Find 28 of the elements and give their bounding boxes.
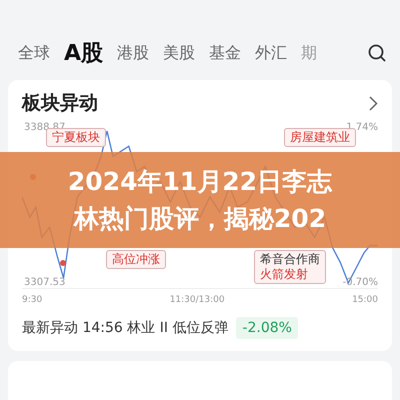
axis-label: -0.70% bbox=[342, 277, 378, 288]
banner-title: 林热门股评，揭秘202 bbox=[74, 203, 326, 235]
banner-title: 2024年11月22日李志 bbox=[68, 166, 332, 198]
sector-tag[interactable]: 高位冲涨 bbox=[106, 250, 166, 269]
marker-dot-icon bbox=[60, 260, 66, 266]
market-tab[interactable]: 外汇 bbox=[249, 42, 294, 64]
latest-move-text: 最新异动 14:56 林业 II 低位反弹 bbox=[22, 319, 228, 337]
axis-label: 3307.53 bbox=[24, 277, 66, 288]
market-tab[interactable]: 全球 bbox=[12, 42, 56, 64]
market-tab[interactable]: 美股 bbox=[157, 42, 202, 64]
chevron-right-icon[interactable] bbox=[369, 96, 378, 110]
card-title: 板块异动 bbox=[22, 91, 98, 116]
sector-tag[interactable]: 房屋建筑业 bbox=[284, 128, 356, 147]
market-tab[interactable]: 港股 bbox=[111, 42, 156, 64]
market-tab[interactable]: 基金 bbox=[203, 42, 248, 64]
market-tab[interactable]: A股 bbox=[58, 38, 110, 68]
tag-text: 希音合作商 bbox=[260, 252, 320, 267]
search-icon[interactable] bbox=[368, 44, 386, 62]
sector-tag[interactable]: 宁夏板块 bbox=[46, 128, 106, 147]
tag-text: 宁夏板块 bbox=[52, 130, 100, 145]
change-badge: -2.08% bbox=[236, 317, 298, 339]
tag-text: 火箭发射 bbox=[260, 267, 309, 282]
tag-text: 房屋建筑业 bbox=[290, 130, 350, 145]
time-label: 9:30 bbox=[22, 295, 42, 305]
time-label: 15:00 bbox=[352, 295, 378, 305]
tag-text: 高位冲涨 bbox=[112, 252, 160, 267]
time-label: 11:30/13:00 bbox=[170, 295, 225, 305]
sector-tag[interactable]: 希音合作商 火箭发射 bbox=[254, 250, 326, 284]
